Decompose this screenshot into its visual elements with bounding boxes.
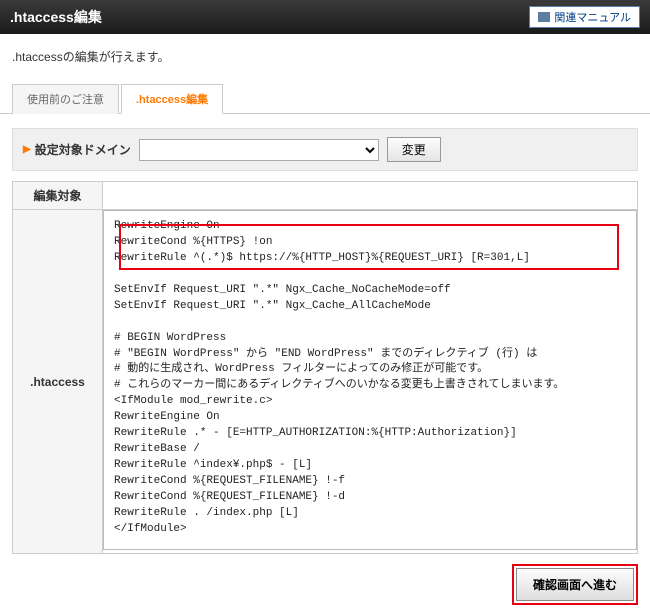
domain-label: ▶ 設定対象ドメイン (23, 141, 131, 158)
page-title: .htaccess編集 (10, 7, 102, 27)
editor-cell (103, 210, 638, 554)
table-row: 編集対象 (13, 182, 638, 210)
marker-icon: ▶ (23, 144, 31, 155)
manual-link-button[interactable]: 関連マニュアル (529, 6, 640, 28)
header-bar: .htaccess編集 関連マニュアル (0, 0, 650, 34)
htaccess-editor[interactable] (103, 210, 637, 550)
tab-bar: 使用前のご注意 .htaccess編集 (0, 83, 650, 114)
page-container: .htaccess編集 関連マニュアル .htaccessの編集が行えます。 使… (0, 0, 650, 615)
edit-target-value (103, 182, 638, 210)
tab-notice[interactable]: 使用前のご注意 (12, 84, 119, 114)
page-description: .htaccessの編集が行えます。 (0, 34, 650, 83)
edit-table: 編集対象 .htaccess (12, 181, 638, 554)
domain-row: ▶ 設定対象ドメイン 変更 (12, 128, 638, 171)
table-row: .htaccess (13, 210, 638, 554)
change-button[interactable]: 変更 (387, 137, 441, 162)
confirm-highlight: 確認画面へ進む (512, 564, 638, 605)
htaccess-label: .htaccess (13, 210, 103, 554)
domain-select[interactable] (139, 139, 379, 161)
confirm-button[interactable]: 確認画面へ進む (516, 568, 634, 601)
domain-label-text: 設定対象ドメイン (35, 141, 131, 158)
tab-htaccess-edit[interactable]: .htaccess編集 (121, 84, 223, 114)
edit-target-label: 編集対象 (13, 182, 103, 210)
book-icon (538, 12, 550, 22)
manual-link-label: 関連マニュアル (554, 9, 631, 25)
footer-row: 確認画面へ進む (0, 554, 650, 615)
